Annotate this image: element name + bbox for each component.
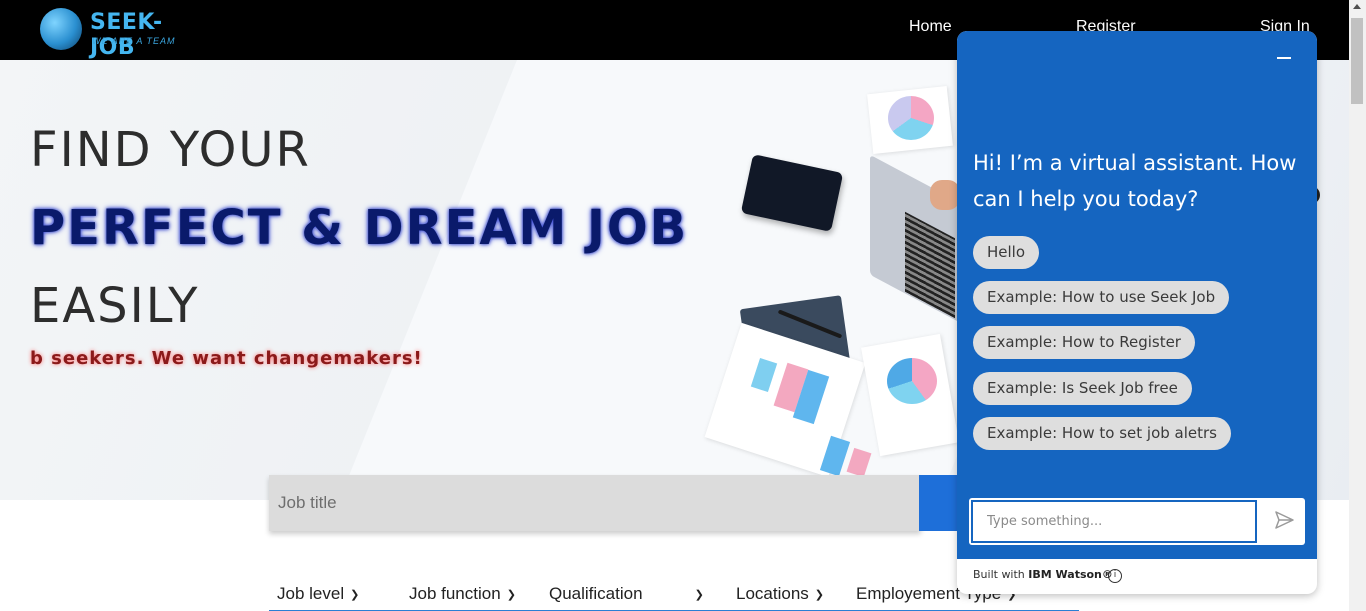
filter-label: Locations bbox=[736, 584, 809, 603]
job-title-input[interactable] bbox=[269, 475, 921, 531]
chat-suggestion-hello[interactable]: Hello bbox=[973, 236, 1040, 269]
chat-suggestion-is-free[interactable]: Example: Is Seek Job free bbox=[973, 372, 1192, 405]
chat-suggestion-use-seek-job[interactable]: Example: How to use Seek Job bbox=[973, 281, 1230, 314]
page-scrollbar[interactable] bbox=[1349, 0, 1366, 611]
chat-panel: Hi! I’m a virtual assistant. How can I h… bbox=[957, 31, 1317, 559]
nav-link-home[interactable]: Home bbox=[909, 18, 952, 36]
filter-locations[interactable]: Locations ❯ bbox=[736, 584, 824, 604]
brand-name: SEEK-JOB bbox=[90, 10, 163, 60]
filter-label: Qualification bbox=[549, 584, 643, 603]
filter-label: Job function bbox=[409, 584, 501, 603]
info-icon[interactable]: i bbox=[1108, 569, 1122, 583]
hero-heading-line1: FIND YOUR bbox=[30, 122, 311, 178]
filter-qualification[interactable]: Qualification ❯ bbox=[549, 584, 704, 604]
scroll-up-arrow-icon[interactable] bbox=[1353, 4, 1361, 9]
brand-tagline: WE ARE A TEAM bbox=[92, 36, 176, 46]
chevron-down-icon: ❯ bbox=[694, 589, 704, 602]
pie-chart-image bbox=[888, 96, 934, 140]
chevron-down-icon: ❯ bbox=[350, 589, 360, 602]
search-button[interactable] bbox=[919, 475, 959, 531]
send-button[interactable] bbox=[1265, 500, 1303, 543]
chat-footer: Built with IBM Watson® bbox=[973, 568, 1113, 581]
hero-marquee-tagline: b seekers. We want changemakers! bbox=[30, 348, 423, 369]
footer-prefix: Built with bbox=[973, 568, 1029, 581]
chat-widget: Hi! I’m a virtual assistant. How can I h… bbox=[957, 31, 1317, 594]
hero-heading-line2: PERFECT & DREAM JOB bbox=[30, 200, 689, 256]
filter-label: Job level bbox=[277, 584, 345, 603]
hero-heading-line3: EASILY bbox=[30, 278, 200, 334]
minimize-icon[interactable] bbox=[1277, 57, 1291, 59]
chevron-down-icon: ❯ bbox=[814, 589, 824, 602]
chat-suggestion-job-alerts[interactable]: Example: How to set job aletrs bbox=[973, 417, 1231, 450]
hand-image bbox=[930, 180, 960, 210]
chat-message-input[interactable] bbox=[971, 500, 1257, 543]
chat-greeting: Hi! I’m a virtual assistant. How can I h… bbox=[973, 151, 1297, 211]
scrollbar-thumb[interactable] bbox=[1351, 18, 1363, 104]
filter-job-level[interactable]: Job level ❯ bbox=[277, 584, 359, 604]
brand-logo[interactable]: SEEK-JOB WE ARE A TEAM bbox=[40, 8, 190, 60]
chat-suggestion-register[interactable]: Example: How to Register bbox=[973, 326, 1195, 359]
chat-input-bar bbox=[969, 498, 1305, 545]
send-icon bbox=[1275, 511, 1294, 529]
chevron-down-icon: ❯ bbox=[506, 589, 516, 602]
pie-chart-image bbox=[887, 358, 937, 404]
footer-brand: IBM Watson® bbox=[1028, 568, 1113, 581]
globe-runner-icon bbox=[40, 8, 82, 50]
filter-job-function[interactable]: Job function ❯ bbox=[409, 584, 516, 604]
job-search-bar bbox=[269, 475, 921, 531]
